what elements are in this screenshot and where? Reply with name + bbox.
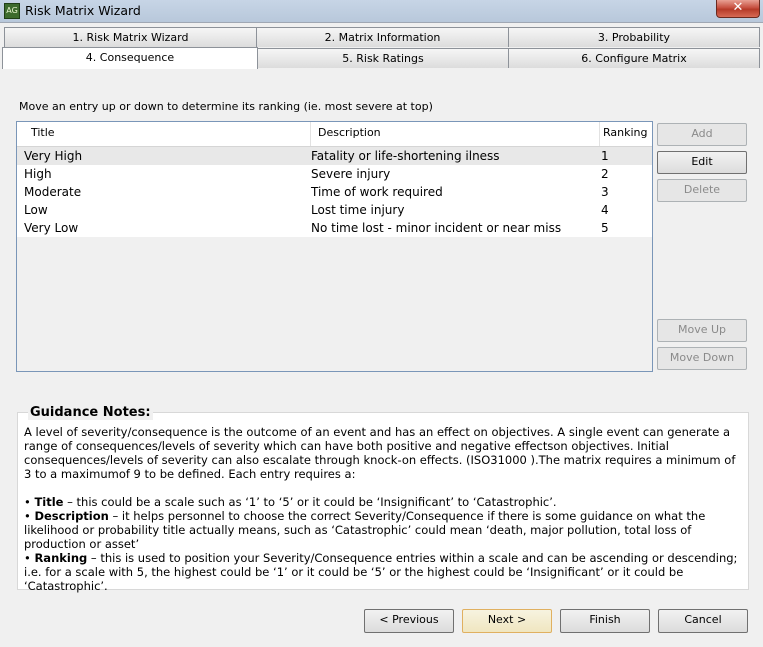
guidance-bullet-ranking: • Ranking – this is used to position you…: [24, 551, 738, 593]
guidance-paragraph: A level of severity/consequence is the o…: [24, 425, 736, 481]
bullet-term: Ranking: [34, 551, 88, 565]
cell-title: Low: [24, 203, 48, 217]
column-header-title[interactable]: Title: [23, 122, 311, 146]
grid-row[interactable]: Very High Fatality or life-shortening il…: [17, 147, 652, 165]
tab-consequence[interactable]: 4. Consequence: [2, 47, 258, 69]
grid-row[interactable]: Very Low No time lost - minor incident o…: [17, 219, 652, 237]
bullet-text: – this is used to position your Severity…: [24, 551, 738, 593]
tab-probability[interactable]: 3. Probability: [508, 27, 760, 47]
cell-ranking: 3: [601, 185, 609, 199]
risk-matrix-wizard-window: AG Risk Matrix Wizard ✕ 1. Risk Matrix W…: [0, 0, 763, 647]
grid-header: Title Description Ranking: [17, 122, 652, 147]
close-button[interactable]: ✕: [716, 0, 760, 18]
grid-row[interactable]: High Severe injury 2: [17, 165, 652, 183]
tab-risk-matrix-wizard[interactable]: 1. Risk Matrix Wizard: [4, 27, 257, 47]
bullet-term: Title: [34, 495, 64, 509]
bullet-term: Description: [34, 509, 109, 523]
grid-row[interactable]: Low Lost time injury 4: [17, 201, 652, 219]
cell-title: Moderate: [24, 185, 82, 199]
bullet-text: – it helps personnel to choose the corre…: [24, 509, 706, 551]
guidance-title: Guidance Notes:: [28, 405, 153, 420]
finish-button[interactable]: Finish: [560, 609, 650, 633]
guidance-bullet-description: • Description – it helps personnel to ch…: [24, 509, 706, 551]
guidance-bullet-title: • Title – this could be a scale such as …: [24, 495, 557, 509]
column-header-ranking[interactable]: Ranking: [597, 122, 652, 146]
cell-ranking: 4: [601, 203, 609, 217]
edit-button[interactable]: Edit: [657, 151, 747, 174]
cell-description: No time lost - minor incident or near mi…: [311, 221, 562, 235]
cell-title: Very High: [24, 149, 83, 163]
cell-description: Severe injury: [311, 167, 391, 181]
cell-title: Very Low: [24, 221, 79, 235]
add-button[interactable]: Add: [657, 123, 747, 146]
cell-ranking: 5: [601, 221, 609, 235]
consequence-grid[interactable]: Title Description Ranking Very High Fata…: [16, 121, 653, 372]
app-icon: AG: [4, 3, 20, 19]
move-down-button[interactable]: Move Down: [657, 347, 747, 370]
cell-description: Fatality or life-shortening ilness: [311, 149, 500, 163]
window-title: Risk Matrix Wizard: [25, 3, 141, 18]
cell-ranking: 1: [601, 149, 609, 163]
cell-description: Time of work required: [311, 185, 443, 199]
title-bar[interactable]: AG Risk Matrix Wizard ✕: [0, 0, 763, 22]
cancel-button[interactable]: Cancel: [658, 609, 748, 633]
move-up-button[interactable]: Move Up: [657, 319, 747, 342]
next-button[interactable]: Next >: [462, 609, 552, 633]
tab-configure-matrix[interactable]: 6. Configure Matrix: [508, 48, 760, 68]
tab-risk-ratings[interactable]: 5. Risk Ratings: [257, 48, 509, 68]
instruction-text: Move an entry up or down to determine it…: [19, 100, 433, 113]
delete-button[interactable]: Delete: [657, 179, 747, 202]
tab-matrix-information[interactable]: 2. Matrix Information: [256, 27, 509, 47]
cell-title: High: [24, 167, 52, 181]
cell-ranking: 2: [601, 167, 609, 181]
column-header-description[interactable]: Description: [310, 122, 600, 146]
previous-button[interactable]: < Previous: [364, 609, 454, 633]
bullet-text: – this could be a scale such as ‘1’ to ‘…: [63, 495, 557, 509]
cell-description: Lost time injury: [311, 203, 405, 217]
guidance-text: A level of severity/consequence is the o…: [24, 425, 746, 593]
grid-row[interactable]: Moderate Time of work required 3: [17, 183, 652, 201]
